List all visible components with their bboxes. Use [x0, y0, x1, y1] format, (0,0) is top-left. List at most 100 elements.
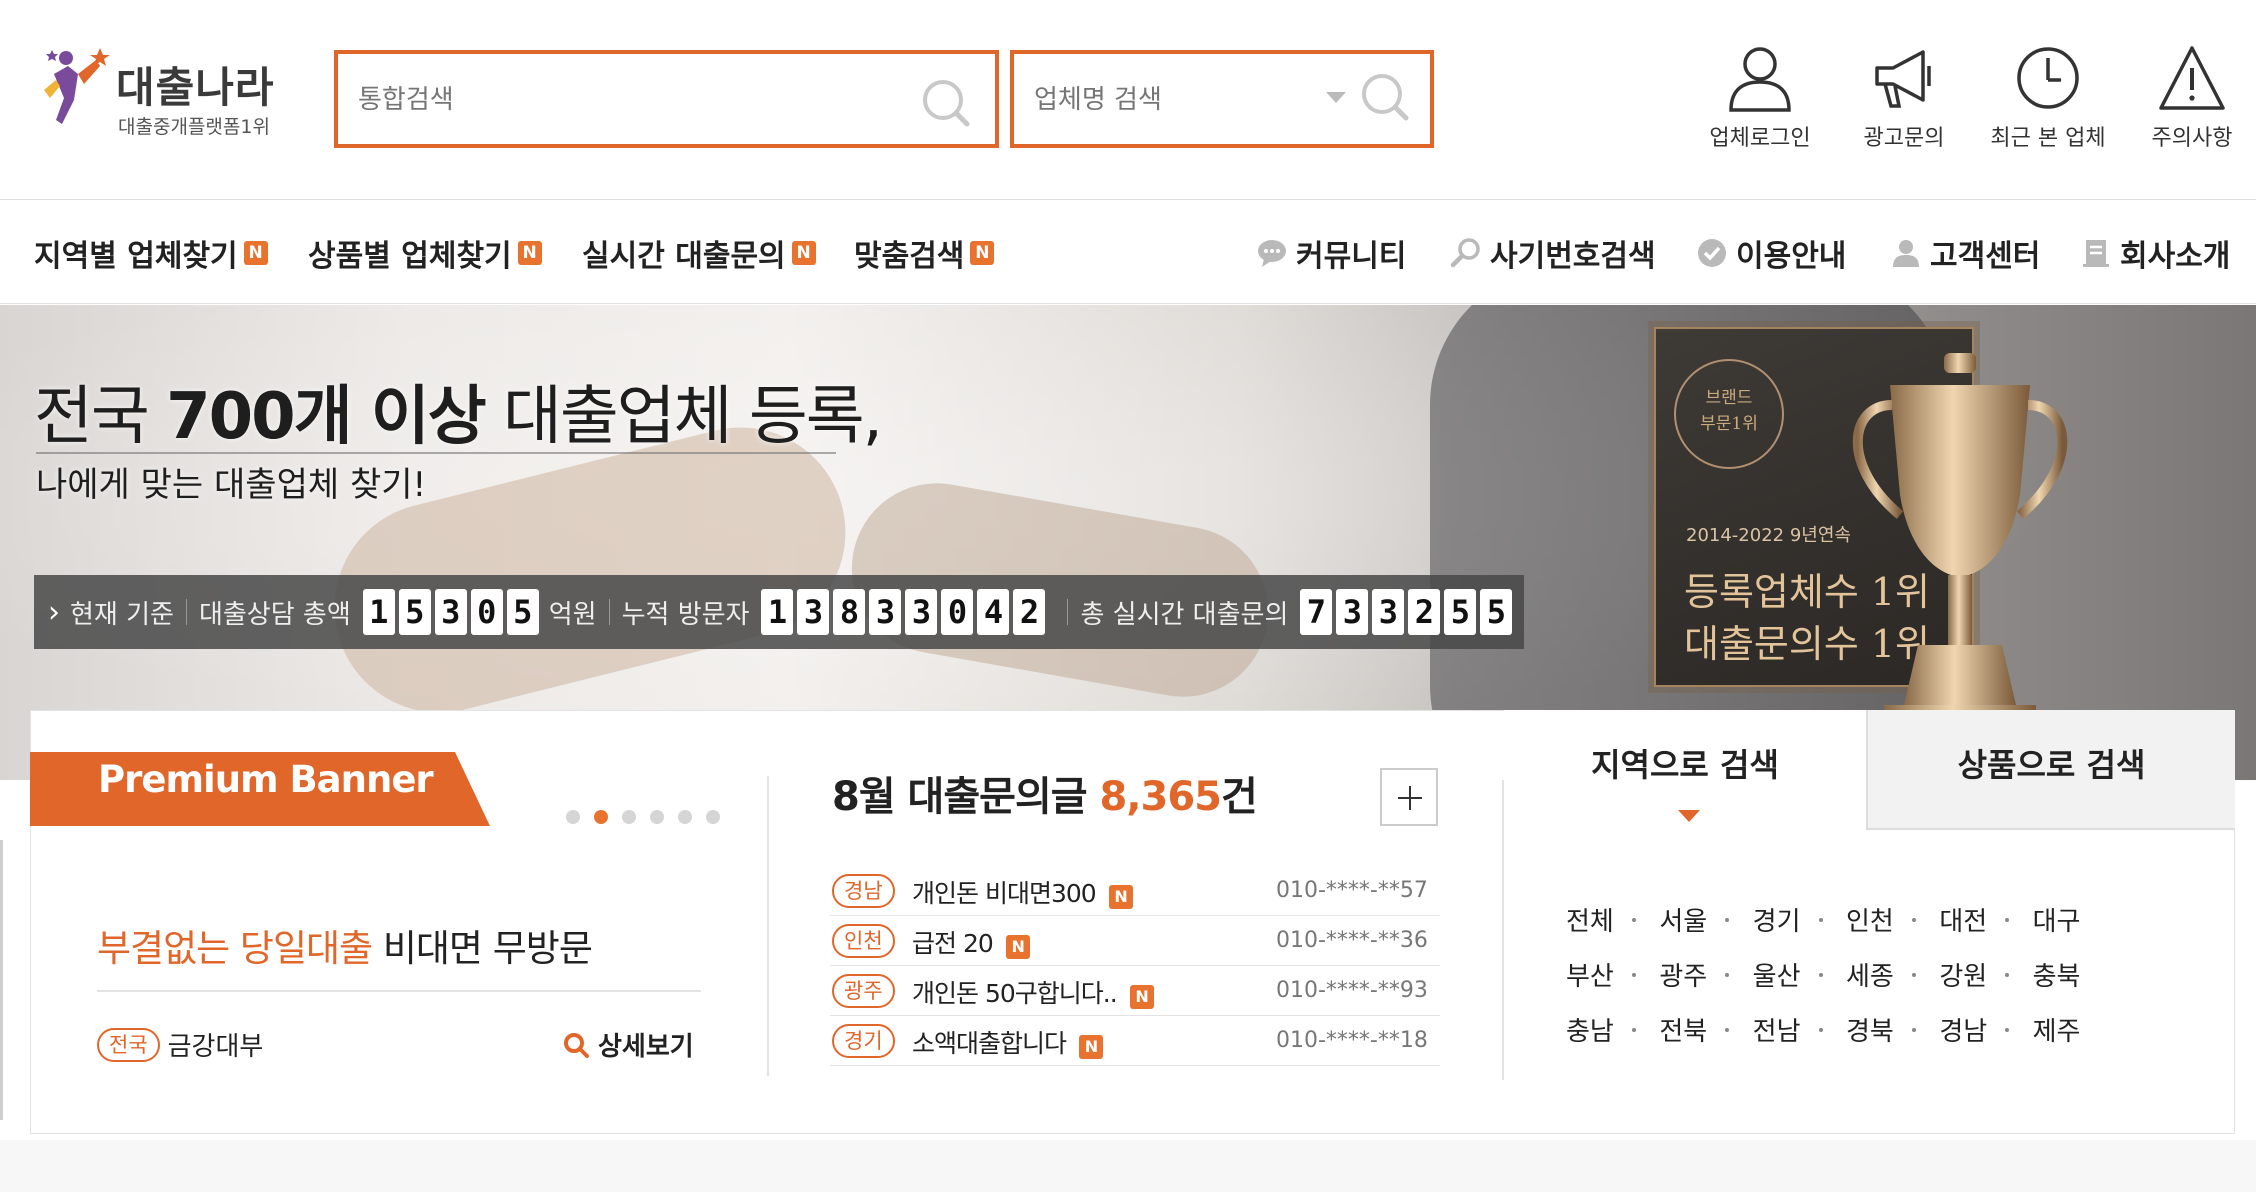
nav-realtime-inquiry[interactable]: 실시간 대출문의 N: [582, 232, 816, 274]
counter-digit: 3: [1336, 589, 1369, 635]
view-detail-button[interactable]: 상세보기: [562, 1026, 694, 1063]
logo-title: 대출나라: [116, 63, 275, 112]
region-link[interactable]: 경기: [1753, 901, 1801, 938]
pager-dot[interactable]: [706, 810, 720, 824]
search-icon: [564, 1032, 589, 1058]
company-search-input[interactable]: [1034, 72, 1314, 128]
premium-banner-label: Premium Banner: [98, 758, 434, 801]
region-cell: 부산: [1566, 956, 1659, 993]
region-grid: 전체 서울 경기 인천 대전 대구부산 광주 울산 세종 강원 충북충남 전북 전남 경북 경남 제주: [1566, 892, 2126, 1057]
inquiry-row[interactable]: 광주 개인돈 50구합니다.. N 010-****-**93: [830, 966, 1440, 1016]
promo-highlight: 부결없는 당일대출: [97, 927, 373, 970]
stats-inquiries-label: 총 실시간 대출문의: [1080, 599, 1289, 630]
logo[interactable]: 대출나라 대출중개플랫폼1위: [40, 40, 310, 140]
inquiry-row[interactable]: [830, 1066, 1440, 1072]
region-link[interactable]: 충남: [1566, 1011, 1614, 1048]
page-bottom-area: [0, 1140, 2256, 1192]
region-badge: 전국: [97, 1027, 160, 1062]
counter-digit: 7: [1300, 589, 1333, 635]
counter-digit: 5: [1444, 589, 1477, 635]
region-link[interactable]: 제주: [2033, 1011, 2081, 1048]
region-link[interactable]: 충북: [2033, 956, 2081, 993]
stats-visitors-label: 누적 방문자: [621, 599, 750, 630]
nav-label: 실시간 대출문의: [582, 239, 786, 274]
ad-inquiry-button[interactable]: 광고문의: [1844, 44, 1964, 154]
region-link[interactable]: 전북: [1659, 1011, 1707, 1048]
nav-company-intro[interactable]: 회사소개: [2080, 232, 2230, 274]
inquiry-row[interactable]: 인천 급전 20 N 010-****-**36: [830, 916, 1440, 966]
integrated-search-input[interactable]: [358, 72, 898, 128]
pager-dot[interactable]: [650, 810, 664, 824]
new-badge: N: [243, 241, 268, 265]
region-link[interactable]: 서울: [1659, 901, 1707, 938]
nav-label: 상품별 업체찾기: [308, 239, 512, 274]
premium-company: 전국 금강대부: [97, 1026, 263, 1063]
pager-dot[interactable]: [566, 810, 580, 824]
inquiry-text-label: 급전 20: [912, 929, 994, 958]
region-cell: 대전: [1939, 901, 2032, 938]
caution-label: 주의사항: [2151, 126, 2233, 151]
region-link[interactable]: 전체: [1566, 901, 1614, 938]
award-period: 2014-2022 9년연속: [1686, 525, 1851, 546]
tab-product-search[interactable]: 상품으로 검색: [1866, 710, 2235, 830]
region-badge: 경기: [832, 1024, 895, 1058]
region-link[interactable]: 세종: [1846, 956, 1894, 993]
logo-subtitle: 대출중개플랫폼1위: [118, 116, 270, 138]
region-link[interactable]: 대전: [1939, 901, 1987, 938]
dropdown-arrow-icon[interactable]: [1326, 92, 1346, 103]
new-badge: N: [1129, 985, 1154, 1009]
column-divider: [767, 776, 769, 1076]
view-detail-label: 상세보기: [598, 1032, 694, 1062]
hero-title-post: 대출업체 등록,: [484, 380, 883, 454]
pager-dot-active[interactable]: [594, 810, 608, 824]
person-icon: [1893, 240, 1919, 267]
nav-label: 회사소개: [2120, 239, 2231, 274]
premium-banner-header: Premium Banner: [30, 752, 490, 826]
region-link[interactable]: 경북: [1846, 1011, 1894, 1048]
region-link[interactable]: 경남: [1939, 1011, 1987, 1048]
inquiry-count: 8,365: [1099, 774, 1222, 820]
region-link[interactable]: 인천: [1846, 901, 1894, 938]
new-badge: N: [1005, 935, 1030, 959]
pager-dot[interactable]: [678, 810, 692, 824]
stats-divider: [608, 599, 610, 625]
main-nav: 지역별 업체찾기 N 상품별 업체찾기 N 실시간 대출문의 N 맞춤검색 N 커뮤니티…: [0, 200, 2256, 304]
region-row: 충남 전북 전남 경북 경남 제주: [1566, 1002, 2126, 1057]
integrated-search-box: [334, 50, 999, 148]
region-link[interactable]: 대구: [2033, 901, 2081, 938]
more-inquiries-button[interactable]: [1380, 768, 1438, 826]
company-login-button[interactable]: 업체로그인: [1700, 44, 1820, 154]
company-search-icon[interactable]: [1356, 68, 1412, 124]
company-login-label: 업체로그인: [1709, 126, 1811, 151]
hero-title-bold: 700개 이상: [166, 380, 487, 454]
stats-divider: [185, 599, 187, 625]
inquiry-title-post: 건: [1221, 774, 1258, 820]
region-link[interactable]: 부산: [1566, 956, 1614, 993]
region-link[interactable]: 울산: [1753, 956, 1801, 993]
premium-promo-title[interactable]: 부결없는 당일대출 비대면 무방문: [97, 918, 593, 972]
recent-companies-button[interactable]: 최근 본 업체: [1988, 44, 2108, 154]
region-cell: 충남: [1566, 1011, 1659, 1048]
counter-digit: 3: [797, 589, 830, 635]
nav-community[interactable]: 커뮤니티: [1256, 232, 1406, 274]
nav-custom-search[interactable]: 맞춤검색 N: [854, 232, 995, 274]
chat-bubble-icon: [1258, 240, 1286, 267]
inquiry-row[interactable]: 경기 소액대출합니다 N 010-****-**18: [830, 1016, 1440, 1066]
counter-digit: 3: [905, 589, 938, 635]
caution-button[interactable]: 주의사항: [2132, 44, 2252, 154]
hero-title: 전국 700개 이상 대출업체 등록,: [34, 365, 883, 457]
stats-visitors-digits: 13833042: [761, 589, 1049, 635]
region-link[interactable]: 광주: [1659, 956, 1707, 993]
region-link[interactable]: 전남: [1753, 1011, 1801, 1048]
nav-usage-guide[interactable]: 이용안내: [1696, 232, 1846, 274]
nav-customer-center[interactable]: 고객센터: [1890, 232, 2040, 274]
pager-dot[interactable]: [622, 810, 636, 824]
nav-product-search[interactable]: 상품별 업체찾기 N: [308, 232, 542, 274]
region-cell: 경기: [1753, 901, 1846, 938]
nav-fraud-number-search[interactable]: 사기번호검색: [1450, 232, 1656, 274]
search-icon[interactable]: [917, 74, 973, 130]
region-link[interactable]: 강원: [1939, 956, 1987, 993]
tab-region-search[interactable]: 지역으로 검색: [1504, 710, 1866, 830]
nav-region-search[interactable]: 지역별 업체찾기 N: [34, 232, 268, 274]
inquiry-row[interactable]: 경남 개인돈 비대면300 N 010-****-**57: [830, 866, 1440, 916]
